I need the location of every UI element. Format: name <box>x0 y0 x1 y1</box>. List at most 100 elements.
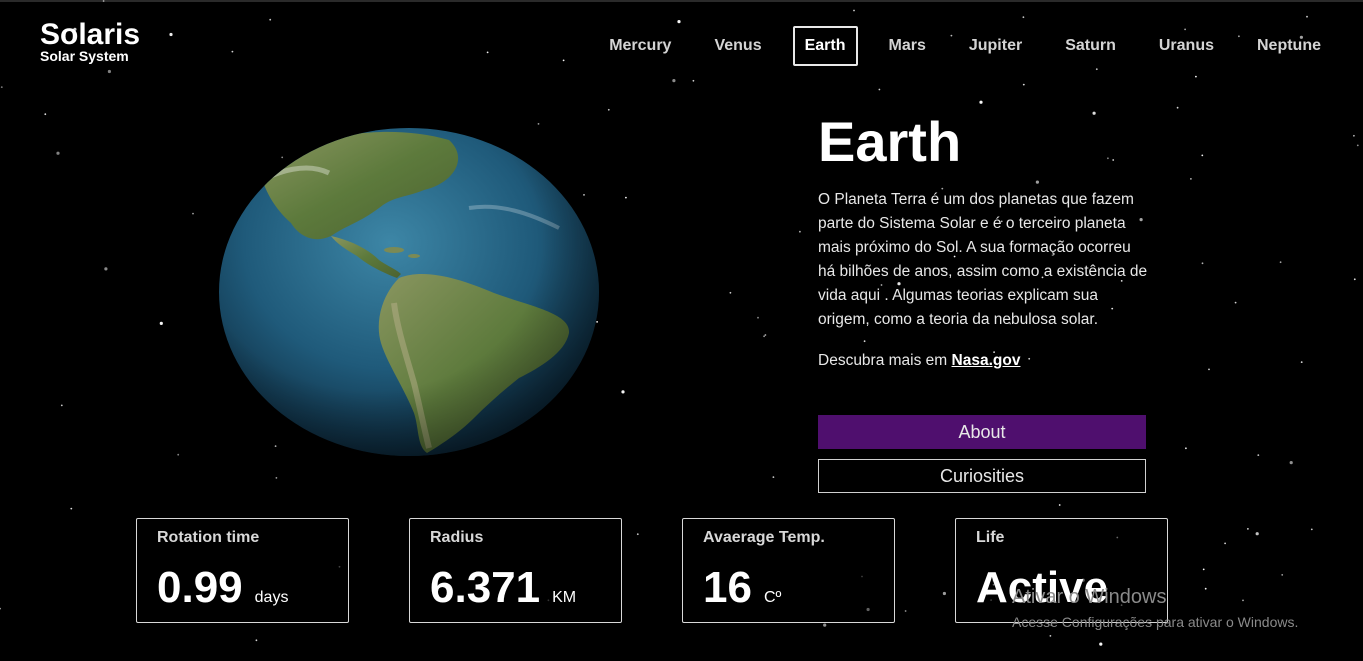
star-dot <box>904 610 907 612</box>
more-info-line: Descubra mais em Nasa.gov <box>818 352 1150 370</box>
star-dot <box>672 79 676 83</box>
star-dot <box>625 196 627 199</box>
star-dot <box>1310 528 1313 531</box>
star-dot <box>1208 368 1210 371</box>
star-dot <box>772 476 775 478</box>
star-dot <box>1095 68 1098 71</box>
star-dot <box>537 123 540 125</box>
star-dot <box>1099 642 1103 646</box>
star-dot <box>823 623 827 627</box>
planet-nav: Mercury Venus Earth Mars Jupiter Saturn … <box>578 26 1333 66</box>
windows-activation-watermark: Ativar o Windows Acesse Configurações pa… <box>1012 585 1298 631</box>
stat-label: Rotation time <box>157 529 260 546</box>
star-dot <box>1185 447 1187 450</box>
stat-value: 6.371 <box>430 563 541 612</box>
earth-globe-image <box>219 128 599 456</box>
stat-value: 16 <box>703 563 752 612</box>
star-dot <box>1195 75 1197 78</box>
stat-label: Radius <box>430 529 484 546</box>
star-dot <box>1257 454 1260 456</box>
star-dot <box>70 507 73 510</box>
star-dot <box>1300 361 1303 363</box>
stat-card-temperature: Avaerage Temp. 16 Cº <box>682 518 895 623</box>
stat-label: Avaerage Temp. <box>703 529 825 546</box>
about-button[interactable]: About <box>818 415 1146 449</box>
earth-globe-icon <box>219 128 599 456</box>
star-dot <box>255 639 258 642</box>
stat-label: Life <box>976 529 1005 546</box>
logo-subtitle: Solar System <box>40 48 129 64</box>
star-dot <box>853 9 855 12</box>
stat-unit: days <box>254 589 289 606</box>
star-dot <box>104 267 108 271</box>
logo[interactable]: Solaris Solar System <box>40 18 141 64</box>
nav-item-venus[interactable]: Venus <box>702 26 773 66</box>
star-dot <box>1224 542 1226 545</box>
star-dot <box>729 291 732 294</box>
star-dot <box>231 50 234 53</box>
star-dot <box>169 32 173 37</box>
star-dot <box>1281 574 1284 576</box>
curiosities-button[interactable]: Curiosities <box>818 459 1146 493</box>
star-dot <box>942 591 947 596</box>
stat-card-rotation: Rotation time 0.99 days <box>136 518 349 623</box>
nav-item-saturn[interactable]: Saturn <box>1053 26 1128 66</box>
star-dot <box>159 321 163 325</box>
star-dot <box>1176 106 1179 109</box>
star-dot <box>275 477 278 479</box>
nav-item-mars[interactable]: Mars <box>877 26 938 66</box>
stat-unit: Cº <box>763 589 782 606</box>
star-dot <box>878 88 881 91</box>
nav-item-mercury[interactable]: Mercury <box>597 26 683 66</box>
star-dot <box>636 533 639 536</box>
star-dot <box>621 390 625 394</box>
star-dot <box>60 404 63 407</box>
star-dot <box>107 69 111 74</box>
star-dot <box>1202 568 1205 571</box>
nav-item-neptune[interactable]: Neptune <box>1245 26 1333 66</box>
star-dot <box>1255 532 1259 536</box>
star-dot <box>1022 16 1025 19</box>
star-dot <box>1058 504 1061 506</box>
nasa-link[interactable]: Nasa.gov <box>952 352 1021 369</box>
star-dot <box>102 0 105 2</box>
star-dot <box>1201 154 1204 157</box>
star-dot <box>763 335 765 338</box>
star-dot <box>1247 528 1249 530</box>
star-dot <box>677 20 681 24</box>
logo-title: Solaris <box>40 18 141 51</box>
star-dot <box>1234 301 1237 304</box>
star-dot <box>1279 261 1282 264</box>
star-dot <box>56 151 60 155</box>
star-dot <box>44 113 47 116</box>
stat-unit: KM <box>552 589 577 606</box>
star-dot <box>0 86 3 88</box>
nav-item-jupiter[interactable]: Jupiter <box>957 26 1034 66</box>
star-dot <box>269 18 272 21</box>
nav-item-uranus[interactable]: Uranus <box>1147 26 1226 66</box>
planet-title: Earth <box>818 110 962 173</box>
star-dot <box>979 100 983 104</box>
star-dot <box>757 316 759 319</box>
star-dot <box>0 607 1 610</box>
star-dot <box>562 59 565 62</box>
nav-item-earth[interactable]: Earth <box>792 26 858 66</box>
more-info-prefix: Descubra mais em <box>818 352 952 369</box>
stat-value: 0.99 <box>157 563 243 612</box>
star-dot <box>1306 15 1308 18</box>
star-dot <box>1356 144 1359 147</box>
stat-card-radius: Radius 6.371 KM <box>409 518 622 623</box>
planet-description: O Planeta Terra é um dos planetas que fa… <box>818 191 1148 328</box>
star-dot <box>1022 83 1025 86</box>
star-dot <box>799 230 801 233</box>
star-dot <box>692 79 695 82</box>
star-dot <box>177 453 180 456</box>
star-dot <box>1353 278 1356 281</box>
star-dot <box>1190 178 1192 180</box>
star-dot <box>607 108 610 111</box>
star-dot <box>486 51 489 54</box>
planet-info: Earth O Planeta Terra é um dos planetas … <box>818 110 1150 370</box>
star-dot <box>1353 134 1355 137</box>
watermark-subtitle: Acesse Configurações para ativar o Windo… <box>1012 614 1299 630</box>
star-dot <box>764 334 767 336</box>
